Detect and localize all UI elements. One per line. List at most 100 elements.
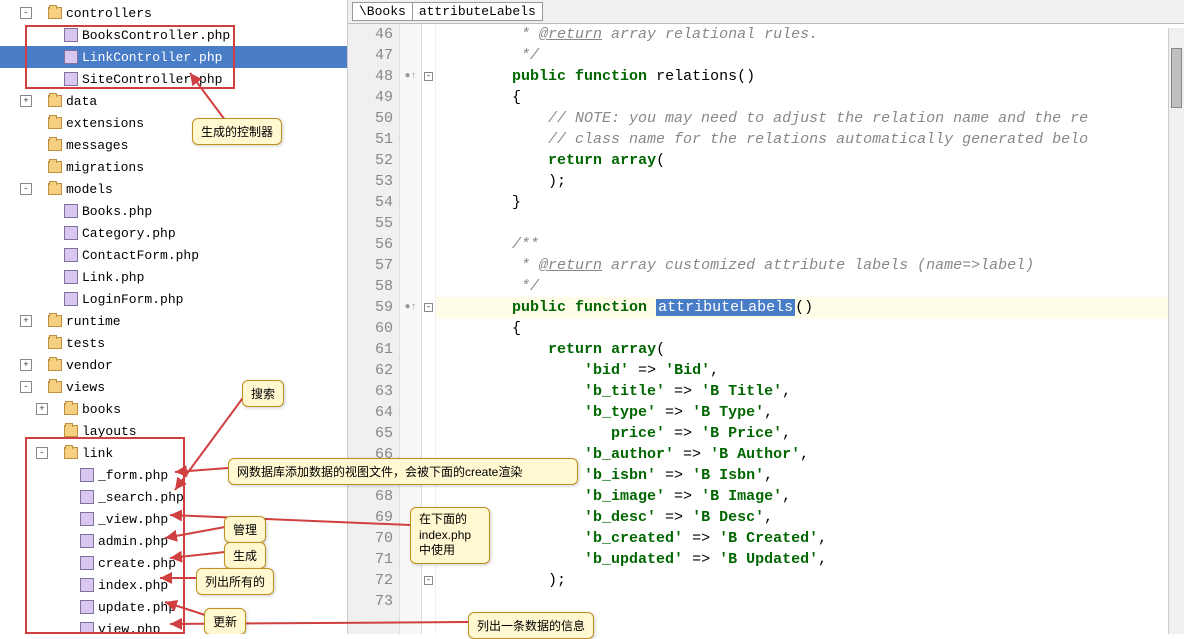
tree-node-label[interactable]: _search.php — [98, 490, 184, 505]
tree-node-label[interactable]: layouts — [82, 424, 137, 439]
code-line[interactable]: 'b_type' => 'B Type', — [436, 402, 1184, 423]
expand-icon[interactable]: + — [20, 359, 32, 371]
tree-node-books[interactable]: + books — [0, 398, 347, 420]
code-line[interactable]: 'b_desc' => 'B Desc', — [436, 507, 1184, 528]
tree-node-label[interactable]: update.php — [98, 600, 176, 615]
tree-node-label[interactable]: LoginForm.php — [82, 292, 183, 307]
tree-node-_search-php[interactable]: _search.php — [0, 486, 347, 508]
code-line[interactable]: * @return array customized attribute lab… — [436, 255, 1184, 276]
tree-node-SiteController-php[interactable]: SiteController.php — [0, 68, 347, 90]
code-line[interactable]: 'b_image' => 'B Image', — [436, 486, 1184, 507]
fold-toggle-icon[interactable]: - — [424, 576, 433, 585]
tree-node-label[interactable]: runtime — [66, 314, 121, 329]
collapse-icon[interactable]: - — [20, 381, 32, 393]
tree-node-views[interactable]: - views — [0, 376, 347, 398]
tree-node-label[interactable]: views — [66, 380, 105, 395]
code-line[interactable]: public function relations() — [436, 66, 1184, 87]
code-line[interactable]: { — [436, 318, 1184, 339]
tree-node-create-php[interactable]: create.php — [0, 552, 347, 574]
vertical-scrollbar[interactable] — [1168, 28, 1184, 634]
scrollbar-thumb[interactable] — [1171, 48, 1182, 108]
tree-node-index-php[interactable]: index.php — [0, 574, 347, 596]
tree-node-messages[interactable]: messages — [0, 134, 347, 156]
tree-node-admin-php[interactable]: admin.php — [0, 530, 347, 552]
tree-node-tests[interactable]: tests — [0, 332, 347, 354]
crumb-method[interactable]: attributeLabels — [412, 2, 543, 21]
tree-node-label[interactable]: Link.php — [82, 270, 144, 285]
tree-node-label[interactable]: _form.php — [98, 468, 168, 483]
code-line[interactable]: 'bid' => 'Bid', — [436, 360, 1184, 381]
tree-node-label[interactable]: tests — [66, 336, 105, 351]
tree-node-label[interactable]: ContactForm.php — [82, 248, 199, 263]
collapse-icon[interactable]: - — [36, 447, 48, 459]
tree-node-label[interactable]: BooksController.php — [82, 28, 230, 43]
code-line[interactable]: /** — [436, 234, 1184, 255]
expand-icon[interactable]: + — [20, 95, 32, 107]
tree-node-Books-php[interactable]: Books.php — [0, 200, 347, 222]
code-line[interactable] — [436, 591, 1184, 612]
tree-node-label[interactable]: index.php — [98, 578, 168, 593]
tree-node-LinkController-php[interactable]: LinkController.php — [0, 46, 347, 68]
collapse-icon[interactable]: - — [20, 7, 32, 19]
code-line[interactable]: { — [436, 87, 1184, 108]
tree-node-LoginForm-php[interactable]: LoginForm.php — [0, 288, 347, 310]
code-line[interactable]: */ — [436, 45, 1184, 66]
code-content[interactable]: * @return array relational rules. */ pub… — [436, 24, 1184, 634]
tree-node-label[interactable]: _view.php — [98, 512, 168, 527]
code-line[interactable]: 'b_title' => 'B Title', — [436, 381, 1184, 402]
collapse-icon[interactable]: - — [20, 183, 32, 195]
tree-node-models[interactable]: - models — [0, 178, 347, 200]
crumb-class[interactable]: \Books — [352, 2, 413, 21]
tree-node-ContactForm-php[interactable]: ContactForm.php — [0, 244, 347, 266]
tree-node-label[interactable]: Category.php — [82, 226, 176, 241]
tree-node-label[interactable]: vendor — [66, 358, 113, 373]
tree-node-runtime[interactable]: + runtime — [0, 310, 347, 332]
tree-node-label[interactable]: messages — [66, 138, 128, 153]
code-line[interactable]: return array( — [436, 339, 1184, 360]
tree-node-label[interactable]: models — [66, 182, 113, 197]
tree-node-label[interactable]: extensions — [66, 116, 144, 131]
tree-node-label[interactable]: books — [82, 402, 121, 417]
tree-node-label[interactable]: create.php — [98, 556, 176, 571]
code-line[interactable] — [436, 213, 1184, 234]
code-line[interactable]: ); — [436, 171, 1184, 192]
code-line[interactable]: // NOTE: you may need to adjust the rela… — [436, 108, 1184, 129]
code-line[interactable]: } — [436, 192, 1184, 213]
code-line[interactable]: 'b_updated' => 'B Updated', — [436, 549, 1184, 570]
code-line[interactable]: ); — [436, 570, 1184, 591]
tree-node-extensions[interactable]: extensions — [0, 112, 347, 134]
tree-node-controllers[interactable]: - controllers — [0, 2, 347, 24]
tree-node-vendor[interactable]: + vendor — [0, 354, 347, 376]
tree-node-label[interactable]: LinkController.php — [82, 50, 222, 65]
tree-node-label[interactable]: SiteController.php — [82, 72, 222, 87]
tree-spacer — [36, 73, 48, 85]
tree-node-Link-php[interactable]: Link.php — [0, 266, 347, 288]
tree-node-label[interactable]: link — [82, 446, 113, 461]
fold-toggle-icon[interactable]: - — [424, 72, 433, 81]
code-line[interactable]: public function attributeLabels() — [436, 297, 1184, 318]
code-line[interactable]: // class name for the relations automati… — [436, 129, 1184, 150]
expand-icon[interactable]: + — [36, 403, 48, 415]
tree-node-_view-php[interactable]: _view.php — [0, 508, 347, 530]
tree-node-view-php[interactable]: view.php — [0, 618, 347, 634]
tree-node-label[interactable]: migrations — [66, 160, 144, 175]
code-line[interactable]: 'b_created' => 'B Created', — [436, 528, 1184, 549]
tree-node-label[interactable]: Books.php — [82, 204, 152, 219]
tree-node-Category-php[interactable]: Category.php — [0, 222, 347, 244]
tree-node-label[interactable]: admin.php — [98, 534, 168, 549]
code-line[interactable]: */ — [436, 276, 1184, 297]
tree-node-label[interactable]: view.php — [98, 622, 160, 635]
tree-node-data[interactable]: + data — [0, 90, 347, 112]
code-line[interactable]: price' => 'B Price', — [436, 423, 1184, 444]
file-tree[interactable]: - controllers BooksController.php LinkContr… — [0, 0, 347, 634]
fold-toggle-icon[interactable]: - — [424, 303, 433, 312]
code-line[interactable]: * @return array relational rules. — [436, 24, 1184, 45]
expand-icon[interactable]: + — [20, 315, 32, 327]
tree-node-BooksController-php[interactable]: BooksController.php — [0, 24, 347, 46]
tree-node-label[interactable]: controllers — [66, 6, 152, 21]
code-line[interactable]: return array( — [436, 150, 1184, 171]
tree-node-migrations[interactable]: migrations — [0, 156, 347, 178]
tree-node-update-php[interactable]: update.php — [0, 596, 347, 618]
tree-node-label[interactable]: data — [66, 94, 97, 109]
tree-node-layouts[interactable]: layouts — [0, 420, 347, 442]
